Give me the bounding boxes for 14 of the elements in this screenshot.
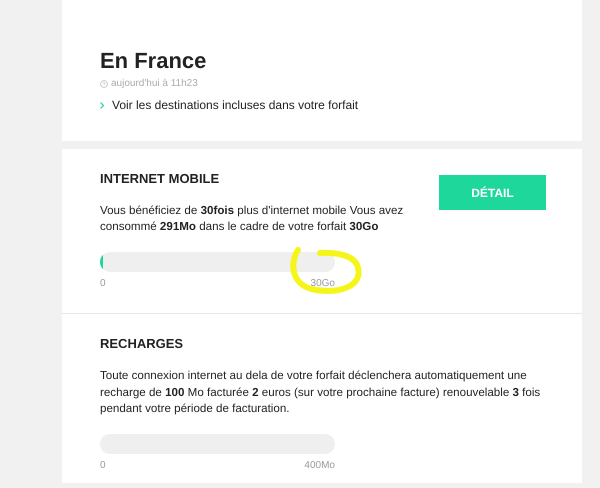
page-title: En France [100, 48, 208, 74]
description: Toute connexion internet au dela de votre forfait déclenchera automatiquement une recharge de 100 Mo facturée 2 euros (sur votre prochaine facture) renouvelable 3 fois pendant votre période de facturation. [100, 368, 542, 418]
timestamp: aujourd'hui à 11h23 [111, 77, 198, 92]
section-heading: INTERNET MOBILE [100, 171, 220, 187]
scale-min-label: 0 [100, 459, 106, 474]
description: Vous bénéficiez de 30fois plus d'internet mobile Vous avez consommé 291Mo dans le cadre de votre forfait 30Go [100, 202, 404, 236]
chevron-right-icon [100, 102, 104, 109]
scale-max-label: 30Go [310, 277, 335, 292]
clock-icon [100, 80, 108, 88]
scale-min-label: 0 [100, 277, 106, 292]
destinations-link[interactable]: Voir les destinations incluses dans votre forfait [100, 96, 544, 114]
highlight-scribble [290, 247, 362, 294]
recharges-heading: RECHARGES [100, 336, 184, 352]
scale-max-label: 400Mo [304, 459, 335, 474]
